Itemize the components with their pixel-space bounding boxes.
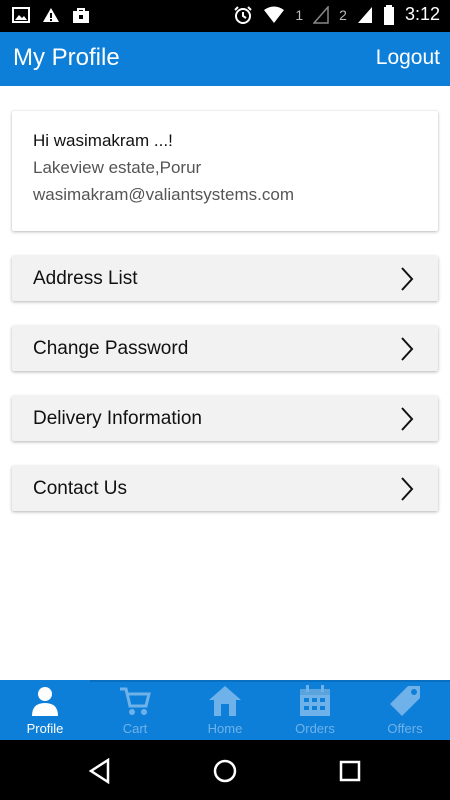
menu-item-label: Contact Us [33, 478, 127, 499]
change-password-item[interactable]: Change Password [12, 326, 438, 371]
logout-button[interactable]: Logout [376, 46, 440, 70]
tag-icon [390, 686, 420, 716]
menu-item-label: Address List [33, 268, 138, 289]
tab-cart[interactable]: Cart [90, 680, 180, 740]
shopping-bag-icon [73, 8, 89, 23]
recent-apps-icon[interactable] [336, 757, 364, 785]
clock: 3:12 [404, 4, 440, 24]
chevron-right-icon [401, 337, 414, 361]
signal-icon-sim2 [357, 6, 372, 23]
tab-label: Offers [387, 721, 423, 736]
address-list-item[interactable]: Address List [12, 256, 438, 301]
chevron-right-icon [401, 267, 414, 291]
sim1-label: 1 [295, 6, 304, 23]
tab-label: Orders [295, 721, 335, 736]
tab-offers[interactable]: Offers [360, 680, 450, 740]
email-text: wasimakram@valiantsystems.com [33, 185, 294, 204]
image-notification-icon [12, 7, 30, 23]
contact-us-item[interactable]: Contact Us [12, 466, 438, 511]
profile-card: Hi wasimakram ...! Lakeview estate,Porur… [12, 111, 438, 231]
home-button-icon[interactable] [211, 757, 239, 785]
calendar-icon [300, 685, 330, 716]
tab-home[interactable]: Home [180, 680, 270, 740]
system-navigation-bar [0, 740, 450, 800]
tab-profile[interactable]: Profile [0, 680, 90, 740]
person-icon [32, 687, 58, 716]
home-icon [209, 686, 241, 716]
alarm-icon [234, 5, 253, 24]
tab-label: Cart [122, 721, 148, 736]
menu-item-label: Change Password [33, 338, 189, 359]
battery-icon [383, 4, 394, 25]
chevron-right-icon [401, 407, 414, 431]
tab-label: Profile [26, 721, 64, 736]
tab-orders[interactable]: Orders [270, 680, 360, 740]
back-icon[interactable] [86, 757, 114, 785]
app-bar: My Profile Logout [0, 32, 450, 86]
status-bar: 1 2 3:12 [0, 0, 450, 32]
cart-icon [120, 687, 151, 715]
bottom-navigation: Profile Cart Home Orders Offers [0, 680, 450, 740]
chevron-right-icon [401, 477, 414, 501]
warning-icon [43, 8, 59, 22]
sim2-label: 2 [339, 6, 347, 23]
tab-label: Home [207, 721, 243, 736]
greeting-text: Hi wasimakram ...! [33, 131, 173, 150]
wifi-icon [264, 6, 285, 23]
page-title: My Profile [13, 44, 120, 71]
address-text: Lakeview estate,Porur [33, 158, 202, 177]
menu-item-label: Delivery Information [33, 408, 202, 429]
signal-icon-sim1 [313, 5, 329, 24]
delivery-information-item[interactable]: Delivery Information [12, 396, 438, 441]
